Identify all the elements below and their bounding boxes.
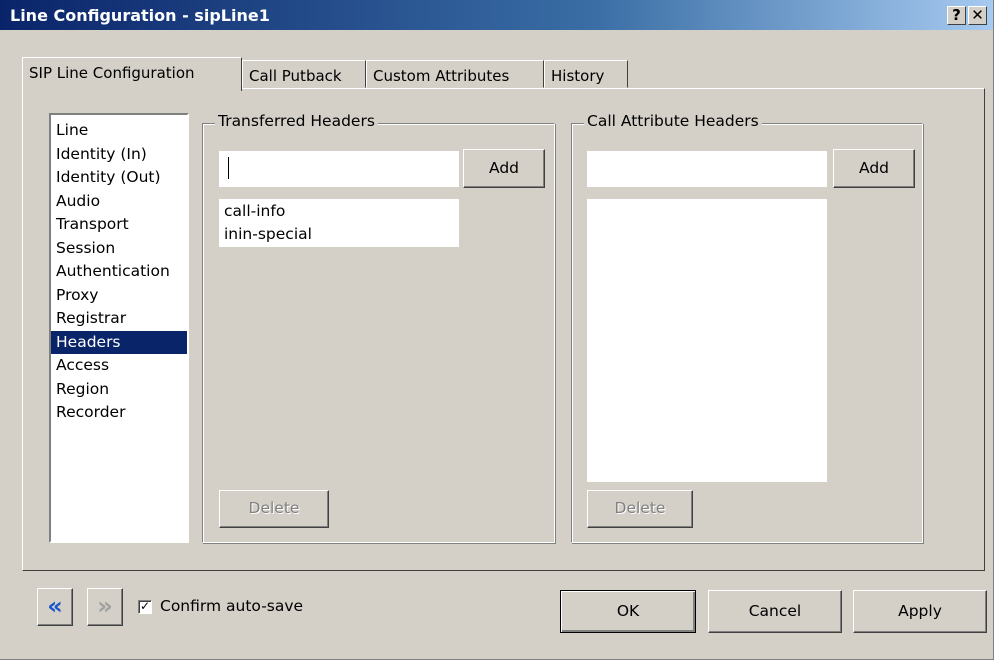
section-item-authentication[interactable]: Authentication — [51, 260, 187, 284]
section-item-transport[interactable]: Transport — [51, 213, 187, 237]
cancel-button[interactable]: Cancel — [708, 590, 842, 633]
apply-button[interactable]: Apply — [853, 590, 987, 633]
call-attribute-add-button[interactable]: Add — [833, 149, 915, 188]
double-chevron-right-icon: » — [97, 592, 113, 620]
text-caret — [228, 157, 229, 179]
next-button[interactable]: » — [87, 588, 123, 626]
line-configuration-dialog: Line Configuration - sipLine1 ? ✕ SIP Li… — [0, 0, 994, 660]
tab-label: SIP Line Configuration — [29, 64, 195, 82]
section-item-headers[interactable]: Headers — [51, 330, 187, 354]
button-label: Apply — [898, 602, 942, 620]
tab-label: History — [551, 67, 605, 85]
section-item-line[interactable]: Line — [51, 119, 187, 143]
transferred-header-input[interactable] — [219, 151, 459, 187]
close-icon: ✕ — [971, 6, 984, 24]
section-item-session[interactable]: Session — [51, 237, 187, 261]
confirm-auto-save-checkbox[interactable]: ✓ — [138, 600, 152, 614]
section-item-proxy[interactable]: Proxy — [51, 284, 187, 308]
transferred-headers-legend: Transferred Headers — [215, 112, 378, 130]
call-attribute-delete-button[interactable]: Delete — [587, 490, 693, 528]
list-item[interactable]: inin-special — [224, 223, 459, 246]
transferred-headers-list[interactable]: call-info inin-special — [219, 199, 459, 247]
tab-history[interactable]: History — [544, 60, 628, 88]
button-label: Delete — [614, 499, 666, 517]
button-label: OK — [616, 602, 640, 620]
transferred-delete-button[interactable]: Delete — [219, 490, 329, 528]
window-title: Line Configuration - sipLine1 — [10, 6, 270, 25]
previous-button[interactable]: « — [37, 588, 73, 626]
section-item-access[interactable]: Access — [51, 354, 187, 378]
call-attribute-headers-legend: Call Attribute Headers — [584, 112, 762, 130]
title-bar: Line Configuration - sipLine1 ? ✕ — [0, 0, 993, 30]
confirm-auto-save-label: Confirm auto-save — [160, 597, 304, 615]
close-button[interactable]: ✕ — [968, 6, 987, 25]
tab-custom-attributes[interactable]: Custom Attributes — [366, 60, 544, 88]
button-label: Add — [488, 159, 519, 177]
section-item-identity-in[interactable]: Identity (In) — [51, 143, 187, 167]
button-label: Cancel — [748, 602, 802, 620]
section-item-audio[interactable]: Audio — [51, 190, 187, 214]
checkmark-icon: ✓ — [139, 599, 151, 613]
tab-label: Custom Attributes — [373, 67, 510, 85]
call-attribute-headers-list[interactable] — [587, 199, 827, 482]
section-item-region[interactable]: Region — [51, 378, 187, 402]
double-chevron-left-icon: « — [47, 592, 63, 620]
section-item-identity-out[interactable]: Identity (Out) — [51, 166, 187, 190]
ok-button[interactable]: OK — [560, 590, 696, 633]
help-icon: ? — [952, 6, 961, 24]
help-button[interactable]: ? — [947, 6, 966, 25]
transferred-add-button[interactable]: Add — [463, 149, 545, 188]
tab-label: Call Putback — [249, 67, 342, 85]
list-item[interactable]: call-info — [224, 200, 459, 223]
button-label: Delete — [248, 499, 300, 517]
section-list[interactable]: Line Identity (In) Identity (Out) Audio … — [49, 113, 189, 543]
section-item-registrar[interactable]: Registrar — [51, 307, 187, 331]
tab-sip-line-configuration[interactable]: SIP Line Configuration — [22, 57, 242, 91]
tab-call-putback[interactable]: Call Putback — [242, 60, 366, 88]
section-item-recorder[interactable]: Recorder — [51, 401, 187, 425]
button-label: Add — [858, 159, 889, 177]
call-attribute-header-input[interactable] — [587, 151, 827, 187]
